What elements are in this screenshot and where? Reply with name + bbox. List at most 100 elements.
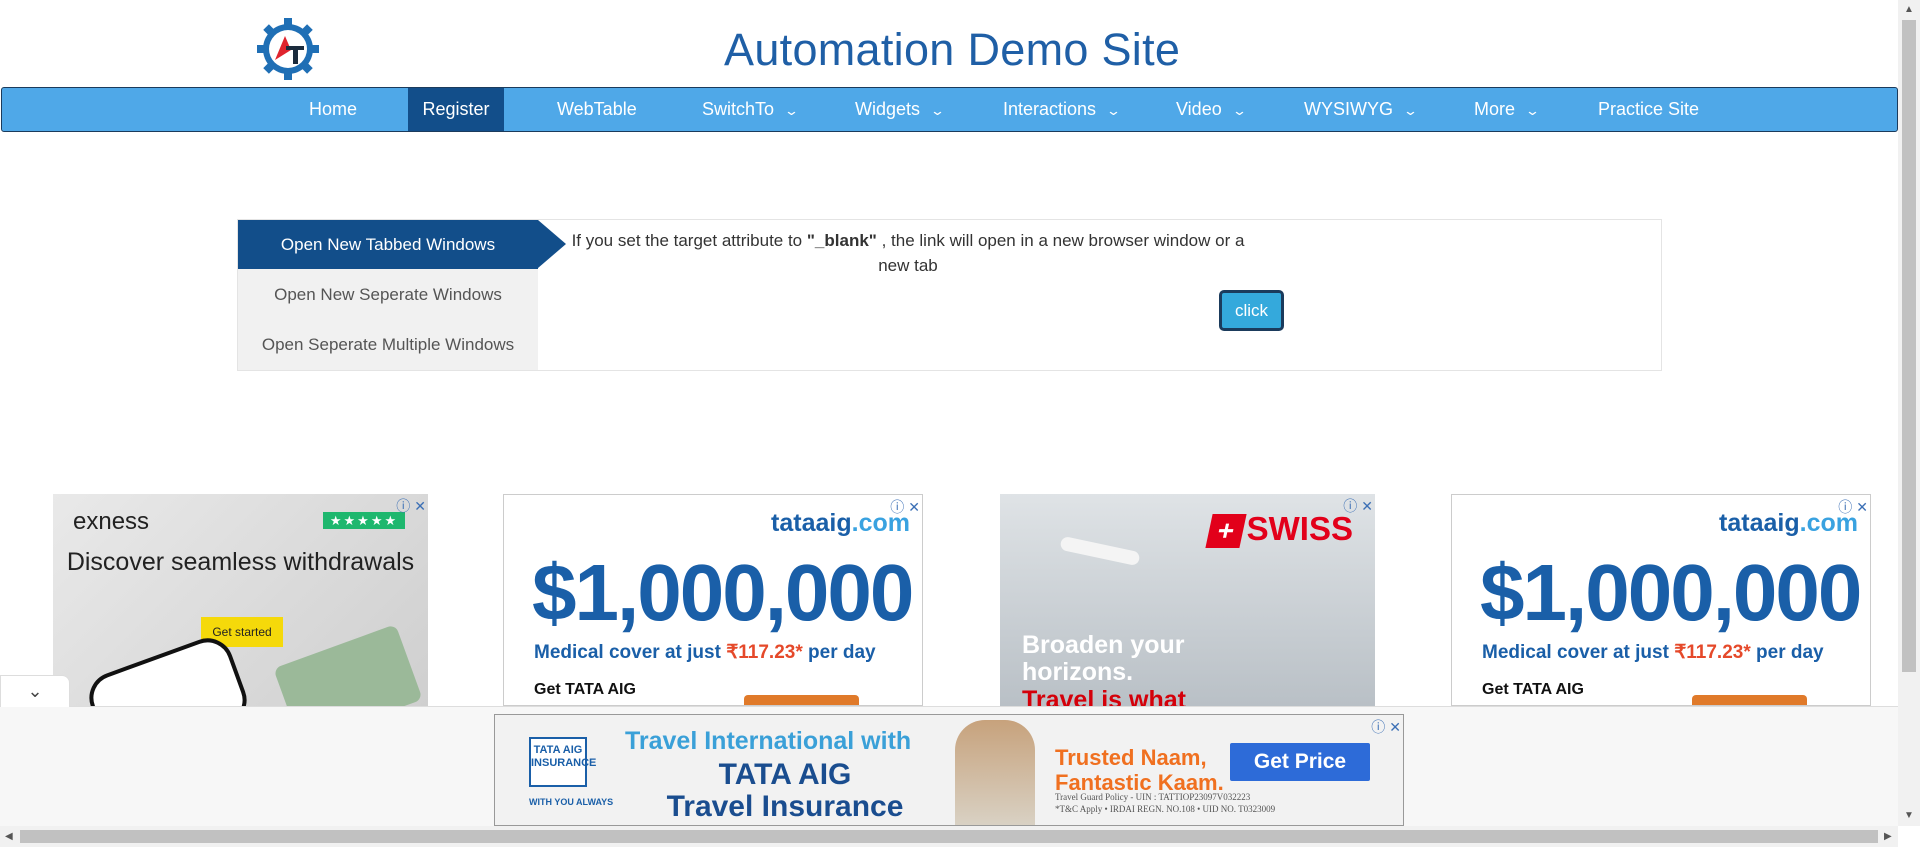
ad-close-icon[interactable]: ✕ — [1856, 499, 1868, 516]
nav-register[interactable]: Register — [408, 88, 504, 131]
ad-controls: ⓘ ✕ — [886, 497, 920, 517]
nav-home[interactable]: Home — [293, 88, 373, 131]
banner-fine-print: Travel Guard Policy - UIN : TATTIOP23097… — [1055, 791, 1275, 815]
swiss-cross-icon: + — [1205, 514, 1247, 548]
ad-headline: Discover seamless withdrawals — [66, 548, 415, 576]
nav-video-label: Video — [1176, 99, 1222, 119]
banner-title-line: Travel Insurance — [666, 790, 904, 823]
chevron-down-icon: ⌄ — [1231, 103, 1247, 118]
nav-home-label: Home — [309, 99, 358, 119]
vertical-scroll-thumb[interactable] — [1902, 20, 1916, 672]
medical-prefix: Medical cover at just — [1482, 642, 1675, 663]
tab-label: Open New Seperate Windows — [274, 285, 502, 304]
nav-interactions[interactable]: Interactions ⌄ — [987, 88, 1135, 131]
nav-video[interactable]: Video ⌄ — [1160, 88, 1261, 131]
tab-list: Open New Tabbed Windows Open New Seperat… — [238, 220, 566, 370]
tata-aig-badge: TATA AIG INSURANCE — [529, 737, 596, 787]
description-bold: "_blank" — [806, 231, 877, 250]
click-button[interactable]: click — [1219, 290, 1284, 331]
chevron-down-icon: ⌄ — [1402, 103, 1419, 118]
nav-widgets[interactable]: Widgets ⌄ — [839, 88, 959, 131]
brand-text: tataaig — [771, 509, 852, 537]
vertical-scrollbar[interactable]: ▲ ▼ — [1898, 0, 1920, 826]
tata-aig-tagline: WITH YOU ALWAYS — [529, 797, 614, 807]
scroll-down-icon[interactable]: ▼ — [1904, 810, 1914, 821]
banner-title-line: TATA AIG — [718, 758, 852, 791]
bottom-banner-ad[interactable]: ⓘ ✕ TATA AIG INSURANCE WITH YOU ALWAYS Tr… — [494, 714, 1404, 826]
nav-more[interactable]: More ⌄ — [1458, 88, 1554, 131]
brand-text: SWISS — [1246, 510, 1353, 547]
tab-label: Open New Tabbed Windows — [280, 235, 496, 254]
ad-info-icon[interactable]: ⓘ — [890, 497, 904, 517]
nav-webtable-label: WebTable — [557, 99, 637, 119]
medical-price: ₹117.23* — [726, 642, 803, 663]
ad-controls: ⓘ ✕ — [1339, 496, 1373, 516]
nav-widgets-label: Widgets — [855, 99, 921, 119]
ad-tata-aig[interactable]: ⓘ ✕ tataaig.com $1,000,000 Medical cover … — [503, 494, 923, 706]
ad-amount: $1,000,000 — [532, 548, 914, 637]
banner-headline: Travel International with — [625, 727, 912, 755]
airplane-image — [1059, 535, 1141, 567]
ad-brand-logo: + SWISS — [1205, 510, 1353, 548]
medical-suffix: per day — [1750, 642, 1824, 663]
gear-logo-icon — [257, 18, 319, 80]
scroll-left-icon[interactable]: ◀ — [5, 831, 13, 842]
ad-swiss[interactable]: ⓘ ✕ + SWISS Broaden your horizons. Travel i… — [1000, 494, 1375, 706]
medical-prefix: Medical cover at just — [534, 642, 727, 663]
ad-get-line: Get TATA AIG — [534, 681, 636, 698]
person-image — [955, 720, 1035, 825]
headline-line: Broaden your — [1022, 631, 1185, 659]
ad-info-icon[interactable]: ⓘ — [1838, 497, 1852, 517]
ad-close-icon[interactable]: ✕ — [1361, 498, 1373, 515]
nav-switchto[interactable]: SwitchTo ⌄ — [686, 88, 813, 131]
main-navbar: Home Register WebTable SwitchTo ⌄ Widgets… — [1, 87, 1898, 132]
fine-print-line: *T&C Apply • IRDAI REGN. NO.108 • UID NO… — [1055, 804, 1276, 814]
ad-info-icon[interactable]: ⓘ — [396, 496, 410, 516]
tab-description: If you set the target attribute to "_bla… — [558, 228, 1258, 278]
slogan-line: Trusted Naam, — [1055, 745, 1207, 770]
ad-cta-button[interactable] — [1692, 695, 1807, 705]
ad-brand: exness — [73, 508, 150, 535]
headline-line: horizons. — [1022, 658, 1134, 686]
ad-medical-line: Medical cover at just ₹117.23* per day — [1482, 641, 1824, 664]
ad-info-icon[interactable]: ⓘ — [1343, 496, 1357, 516]
ad-info-icon[interactable]: ⓘ — [1371, 717, 1385, 737]
page-title: Automation Demo Site — [724, 24, 1181, 75]
nav-more-label: More — [1474, 99, 1516, 119]
nav-wysiwyg[interactable]: WYSIWYG ⌄ — [1288, 88, 1432, 131]
ad-headline: Broaden your horizons. — [1022, 632, 1185, 686]
description-text: If you set the target attribute to — [571, 231, 807, 250]
horizontal-scroll-thumb[interactable] — [20, 830, 1878, 843]
ad-cta-button[interactable] — [744, 695, 859, 705]
tab-open-seperate-multiple-windows[interactable]: Open Seperate Multiple Windows — [238, 320, 538, 369]
ad-close-icon[interactable]: ✕ — [1389, 719, 1401, 736]
chevron-down-icon: ⌄ — [27, 681, 43, 701]
medical-suffix: per day — [802, 642, 876, 663]
nav-webtable[interactable]: WebTable — [541, 88, 653, 131]
description-text: , the link will open in a new browser wi… — [876, 231, 1245, 275]
ad-close-icon[interactable]: ✕ — [414, 498, 426, 515]
chevron-down-icon: ⌄ — [783, 103, 800, 118]
ad-tata-aig-2[interactable]: ⓘ ✕ tataaig.com $1,000,000 Medical cover … — [1451, 494, 1871, 706]
get-price-button[interactable]: Get Price — [1230, 743, 1370, 781]
ad-controls: ⓘ ✕ — [1367, 717, 1401, 737]
ad-close-icon[interactable]: ✕ — [908, 499, 920, 516]
nav-interactions-label: Interactions — [1003, 99, 1097, 119]
scroll-right-icon[interactable]: ▶ — [1884, 831, 1892, 842]
nav-practice-site-label: Practice Site — [1598, 99, 1700, 119]
tab-label: Open Seperate Multiple Windows — [261, 335, 515, 354]
tab-open-new-seperate-windows[interactable]: Open New Seperate Windows — [238, 270, 538, 319]
ad-controls: ⓘ ✕ — [392, 496, 426, 516]
chevron-down-icon: ⌄ — [1524, 103, 1541, 118]
brand-text: tataaig — [1719, 509, 1800, 537]
tab-open-new-tabbed-windows[interactable]: Open New Tabbed Windows — [238, 220, 538, 269]
nav-register-label: Register — [422, 99, 490, 119]
collapse-ad-button[interactable]: ⌄ — [0, 675, 70, 707]
nav-practice-site[interactable]: Practice Site — [1582, 88, 1715, 131]
banner-slogan: Trusted Naam, Fantastic Kaam. — [1055, 745, 1224, 795]
ad-exness[interactable]: ⓘ ✕ exness ★★★★★ Discover seamless withdr… — [53, 494, 428, 706]
ad-subline: Travel is what — [1022, 686, 1186, 706]
scroll-up-icon[interactable]: ▲ — [1904, 4, 1914, 15]
card-image — [273, 624, 423, 706]
horizontal-scrollbar[interactable]: ◀ ▶ — [0, 826, 1898, 847]
